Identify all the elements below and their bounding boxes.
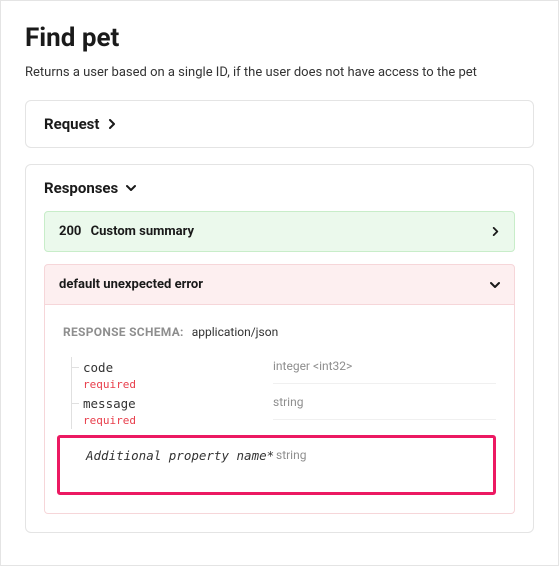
field-type: string	[276, 448, 487, 462]
field-left: code required	[83, 357, 273, 392]
api-doc-page: Find pet Returns a user based on a singl…	[0, 0, 559, 566]
schema-field-additional: Additional property name* string	[66, 446, 487, 482]
page-description: Returns a user based on a single ID, if …	[25, 65, 534, 80]
field-required: required	[83, 377, 273, 392]
responses-body: 200 Custom summary default unexpected er…	[26, 211, 533, 532]
field-name: code	[83, 359, 273, 377]
chevron-right-icon	[107, 119, 117, 129]
field-type: string	[273, 395, 496, 409]
field-required: required	[83, 413, 273, 428]
response-default-label: default unexpected error	[59, 277, 203, 292]
request-header[interactable]: Request	[26, 101, 533, 147]
field-right: string	[276, 446, 487, 462]
field-right: string	[273, 393, 496, 420]
schema-field-message: message required string	[63, 393, 496, 429]
additional-property-highlight: Additional property name* string	[57, 435, 496, 495]
page-title: Find pet	[25, 23, 534, 53]
field-name: Additional property name*	[86, 448, 276, 463]
schema-label-row: RESPONSE SCHEMA: application/json	[63, 325, 496, 339]
request-label: Request	[44, 115, 99, 133]
responses-panel: Responses 200 Custom summary default une…	[25, 164, 534, 533]
status-summary: Custom summary	[91, 224, 194, 239]
response-200-left: 200 Custom summary	[59, 224, 194, 239]
schema-field-code: code required integer <int32>	[63, 357, 496, 393]
request-panel: Request	[25, 100, 534, 148]
responses-label: Responses	[44, 179, 118, 197]
schema-label: RESPONSE SCHEMA:	[63, 325, 184, 339]
response-default-body: RESPONSE SCHEMA: application/json code r…	[44, 305, 515, 514]
chevron-right-icon	[491, 227, 500, 236]
status-code: 200	[59, 224, 81, 239]
response-default-header[interactable]: default unexpected error	[44, 264, 515, 305]
field-left: message required	[83, 393, 273, 428]
response-default: default unexpected error RESPONSE SCHEMA…	[44, 264, 515, 514]
field-name: message	[83, 395, 273, 413]
schema-table: code required integer <int32> message	[63, 357, 496, 495]
field-right: integer <int32>	[273, 357, 496, 384]
field-left: Additional property name*	[86, 446, 276, 463]
schema-mime: application/json	[192, 325, 278, 339]
field-type: integer <int32>	[273, 359, 496, 373]
chevron-down-icon	[490, 280, 500, 290]
response-200-row[interactable]: 200 Custom summary	[44, 211, 515, 252]
chevron-down-icon	[126, 183, 136, 193]
responses-header[interactable]: Responses	[26, 165, 533, 211]
